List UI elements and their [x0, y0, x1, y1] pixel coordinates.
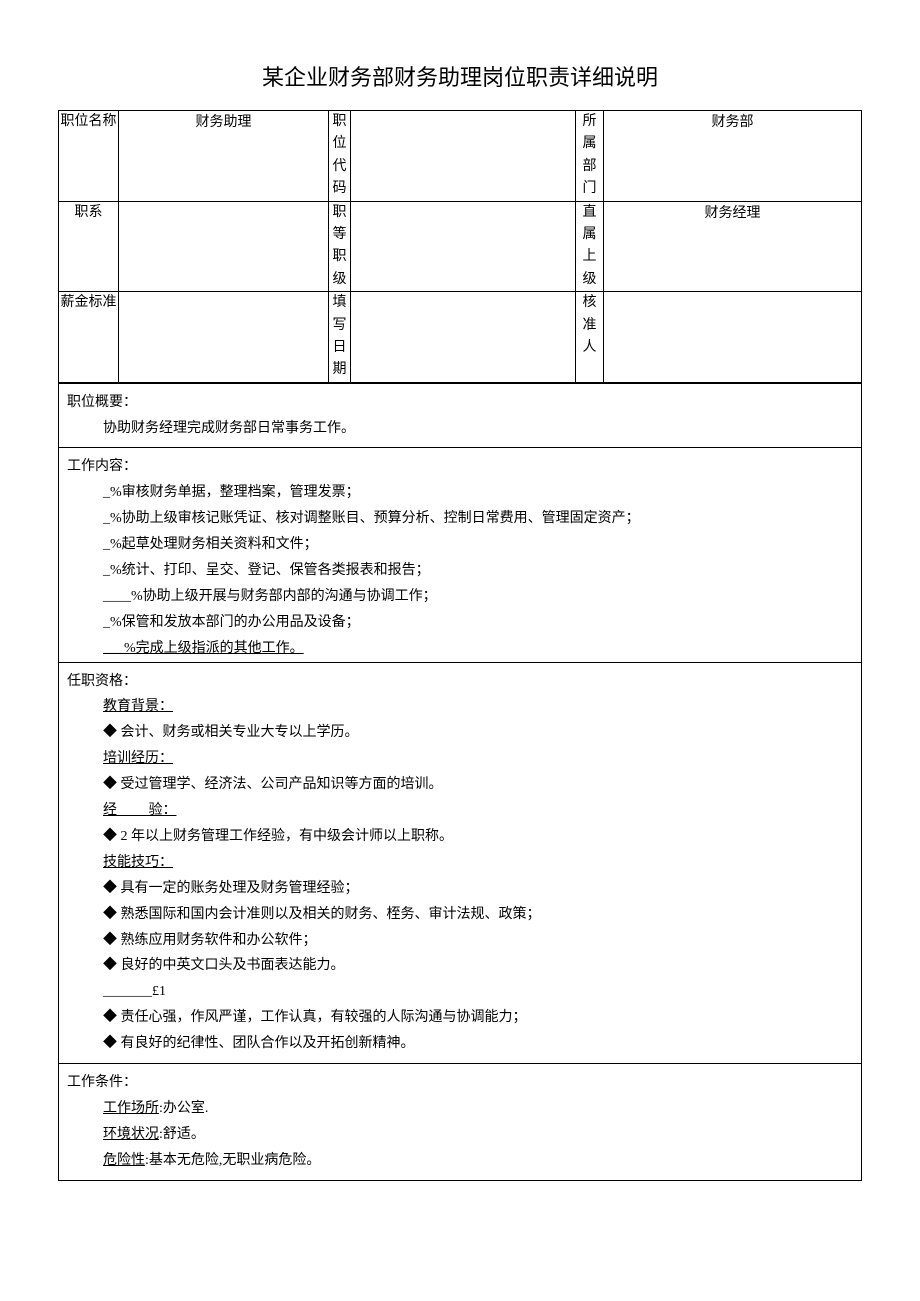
- edu-text: ◆ 会计、财务或相关专业大专以上学历。: [67, 720, 853, 746]
- summary-heading: 职位概要：: [67, 390, 853, 416]
- qualification-heading: 任职资格：: [67, 669, 853, 695]
- value-department: 财务部: [604, 111, 862, 202]
- header-table: 职位名称 财务助理 职位代码 所属部门 财务部 职系 职等职级 直属上级 财务经…: [58, 110, 862, 383]
- label-supervisor: 直属上级: [576, 201, 604, 292]
- edu-label: 教育背景：: [103, 699, 173, 714]
- skill-line-4: ◆ 良好的中英文口头及书面表达能力。: [67, 953, 853, 979]
- label-position-name: 职位名称: [59, 111, 119, 202]
- section-qualification: 任职资格： 教育背景： ◆ 会计、财务或相关专业大专以上学历。 培训经历： ◆ …: [59, 662, 862, 1063]
- skill-line-1: ◆ 具有一定的账务处理及财务管理经验；: [67, 876, 853, 902]
- section-work-content: 工作内容： _%审核财务单据，整理档案，管理发票； _%协助上级审核记账凭证、核…: [59, 448, 862, 662]
- value-job-grade: [351, 201, 576, 292]
- value-job-series: [119, 201, 329, 292]
- skill-label: 技能技巧：: [103, 855, 173, 870]
- work-line-1: _%审核财务单据，整理档案，管理发票；: [67, 480, 853, 506]
- attitude-line-2: ◆ 有良好的纪律性、团队合作以及开拓创新精神。: [67, 1031, 853, 1057]
- label-job-series: 职系: [59, 201, 119, 292]
- conditions-heading: 工作条件：: [67, 1070, 853, 1096]
- summary-text: 协助财务经理完成财务部日常事务工作。: [67, 416, 853, 442]
- work-line-3: _%起草处理财务相关资料和文件；: [67, 532, 853, 558]
- work-line-5: ____%协助上级开展与财务部内部的沟通与协调工作；: [67, 584, 853, 610]
- value-fill-date: [351, 292, 576, 383]
- work-content-heading: 工作内容：: [67, 454, 853, 480]
- label-position-code: 职位代码: [329, 111, 351, 202]
- value-approver: [604, 292, 862, 383]
- value-salary: [119, 292, 329, 383]
- skill-line-2: ◆ 熟悉国际和国内会计准则以及相关的财务、桎务、审计法规、政策；: [67, 902, 853, 928]
- skill-line-3: ◆ 熟练应用财务软件和办公软件；: [67, 928, 853, 954]
- train-label: 培训经历：: [103, 751, 173, 766]
- section-conditions: 工作条件： 工作场所:办公室. 环境状况:舒适。 危险性:基本无危险,无职业病危…: [59, 1063, 862, 1180]
- value-supervisor: 财务经理: [604, 201, 862, 292]
- attitude-line-1: ◆ 责任心强，作风严谨，工作认真，有较强的人际沟通与协调能力；: [67, 1005, 853, 1031]
- condition-place: 工作场所:办公室.: [67, 1096, 853, 1122]
- exp-text: ◆ 2 年以上财务管理工作经验，有中级会计师以上职称。: [67, 824, 853, 850]
- work-line-2: _%协助上级审核记账凭证、核对调整账目、预算分析、控制日常费用、管理固定资产；: [67, 506, 853, 532]
- extra-marker: _______£1: [67, 979, 853, 1005]
- condition-risk: 危险性:基本无危险,无职业病危险。: [67, 1148, 853, 1174]
- body-table: 职位概要： 协助财务经理完成财务部日常事务工作。 工作内容： _%审核财务单据，…: [58, 383, 862, 1181]
- document-title: 某企业财务部财务助理岗位职责详细说明: [58, 60, 862, 92]
- label-approver: 核准人: [576, 292, 604, 383]
- label-salary: 薪金标准: [59, 292, 119, 383]
- label-job-grade: 职等职级: [329, 201, 351, 292]
- label-department: 所属部门: [576, 111, 604, 202]
- train-text: ◆ 受过管理学、经济法、公司产品知识等方面的培训。: [67, 772, 853, 798]
- section-summary: 职位概要： 协助财务经理完成财务部日常事务工作。: [59, 383, 862, 448]
- value-position-code: [351, 111, 576, 202]
- condition-env: 环境状况:舒适。: [67, 1122, 853, 1148]
- value-position-name: 财务助理: [119, 111, 329, 202]
- work-line-7: ___%完成上级指派的其他工作。: [67, 636, 853, 662]
- work-line-4: _%统计、打印、呈交、登记、保管各类报表和报告；: [67, 558, 853, 584]
- label-fill-date: 填写日期: [329, 292, 351, 383]
- exp-label: 经 验：: [103, 803, 177, 818]
- work-line-6: _%保管和发放本部门的办公用品及设备；: [67, 610, 853, 636]
